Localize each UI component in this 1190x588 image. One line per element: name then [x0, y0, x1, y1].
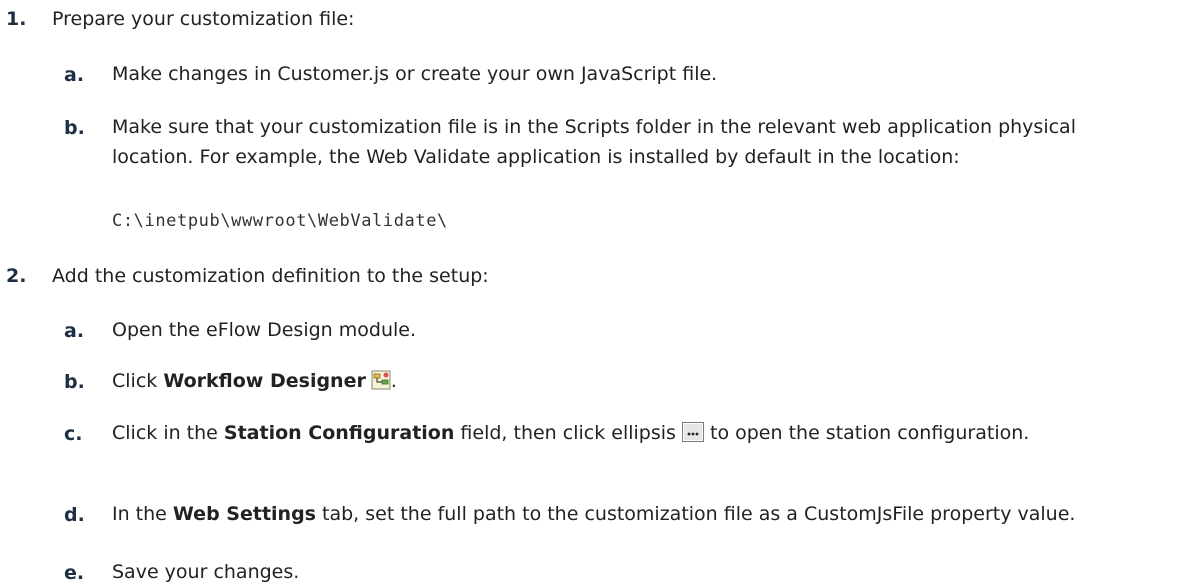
substep-text: Open the eFlow Design module.	[112, 319, 416, 341]
substep-text: Save your changes.	[112, 561, 300, 583]
substep-letter: d.	[64, 504, 85, 526]
ellipsis-button-icon[interactable]	[681, 421, 704, 451]
substep-middle: field, then click ellipsis	[454, 422, 682, 444]
substep-letter: e.	[64, 562, 85, 584]
install-path-code: C:\inetpub\wwwroot\WebValidate\	[112, 211, 448, 231]
workflow-designer-label: Workflow Designer	[163, 370, 366, 392]
step-text: Add the customization definition to the …	[52, 265, 489, 287]
step-text: Prepare your customization file:	[52, 8, 355, 30]
substep-text: Click in the Station Configuration field…	[112, 418, 1152, 451]
substep-suffix: to open the station configuration.	[703, 422, 1030, 444]
step-number: 2.	[6, 265, 27, 287]
substep-letter: c.	[64, 423, 83, 445]
station-configuration-label: Station Configuration	[223, 422, 455, 444]
substep-prefix: In the	[112, 503, 173, 525]
workflow-designer-icon[interactable]	[371, 369, 391, 399]
substep-text: In the Web Settings tab, set the full pa…	[112, 499, 1152, 529]
web-settings-label: Web Settings	[172, 503, 316, 525]
substep-prefix: Click	[112, 370, 164, 392]
substep-letter: a.	[64, 64, 85, 86]
substep-text: Make sure that your customization file i…	[112, 116, 1076, 168]
substep-suffix: .	[390, 370, 397, 392]
substep-text: Click Workflow Designer.	[112, 366, 1152, 399]
substep-text: Make changes in Customer.js or create yo…	[112, 63, 718, 85]
substep-letter: a.	[64, 320, 85, 342]
substep-prefix: Click in the	[112, 422, 224, 444]
substep-letter: b.	[64, 371, 85, 393]
substep-suffix: tab, set the full path to the customizat…	[315, 503, 1076, 525]
substep-letter: b.	[64, 117, 85, 139]
step-number: 1.	[6, 8, 27, 30]
